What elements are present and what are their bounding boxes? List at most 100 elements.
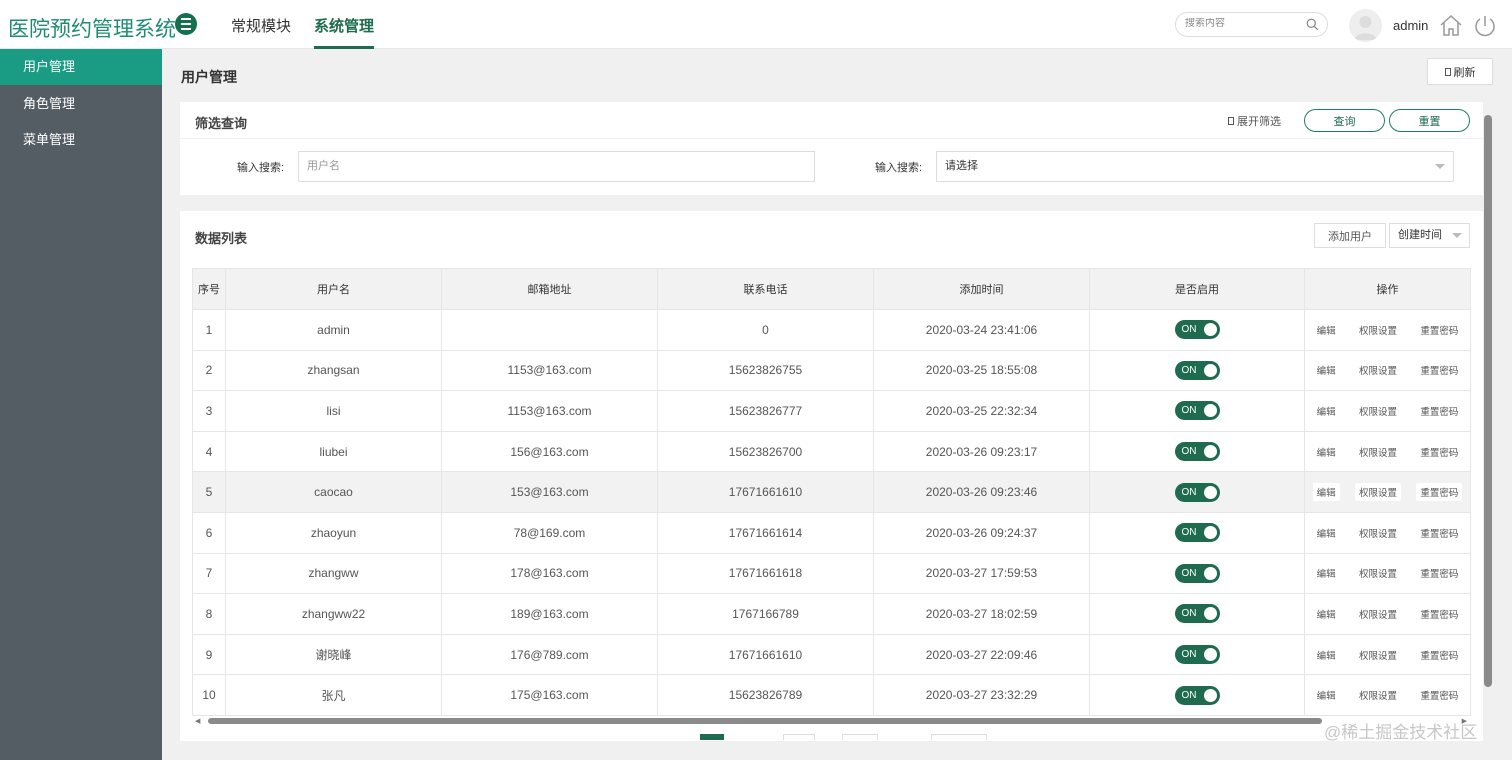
cell-enabled: ON bbox=[1089, 674, 1305, 716]
permission-settings-button[interactable]: 权限设置 bbox=[1354, 483, 1401, 502]
pagination-page-current[interactable] bbox=[700, 734, 724, 740]
enabled-toggle[interactable]: ON bbox=[1174, 482, 1220, 502]
edit-button[interactable]: 编辑 bbox=[1313, 443, 1340, 461]
cell-index: 1 bbox=[192, 309, 226, 351]
expand-filter-toggle[interactable]: 展开筛选 bbox=[1228, 113, 1281, 129]
pagination-jump[interactable] bbox=[931, 734, 987, 740]
nav-tab-regular[interactable]: 常规模块 bbox=[231, 15, 291, 49]
menu-toggle-icon[interactable] bbox=[175, 13, 197, 35]
cell-email: 175@163.com bbox=[441, 674, 658, 716]
filter-select[interactable]: 请选择 bbox=[936, 151, 1454, 182]
edit-button[interactable]: 编辑 bbox=[1312, 483, 1340, 502]
nav-tab-system[interactable]: 系统管理 bbox=[314, 15, 375, 49]
edit-button[interactable]: 编辑 bbox=[1313, 686, 1340, 704]
pagination-page[interactable] bbox=[783, 734, 815, 740]
edit-button[interactable]: 编辑 bbox=[1313, 646, 1340, 664]
edit-button[interactable]: 编辑 bbox=[1313, 321, 1340, 339]
app-title: 医院预约管理系统 bbox=[8, 18, 176, 41]
toggle-knob bbox=[1203, 404, 1217, 418]
pagination-page[interactable] bbox=[842, 734, 878, 740]
reset-password-button[interactable]: 重置密码 bbox=[1416, 524, 1462, 542]
toggle-label: ON bbox=[1181, 567, 1197, 579]
edit-button[interactable]: 编辑 bbox=[1313, 402, 1340, 420]
username-input[interactable]: 用户名 bbox=[298, 151, 815, 182]
table-body: 1 admin 0 2020-03-24 23:41:06 ON 编辑 权限设置 重置密码 2 z… bbox=[192, 309, 1471, 716]
user-avatar-icon bbox=[1354, 16, 1377, 40]
chevron-down-icon bbox=[1435, 164, 1445, 169]
enabled-toggle[interactable]: ON bbox=[1174, 685, 1220, 705]
vertical-scroll-thumb[interactable] bbox=[1484, 115, 1492, 687]
table-row: 5 caocao 153@163.com 17671661610 2020-03-26 … bbox=[192, 471, 1471, 513]
search-input[interactable] bbox=[1185, 18, 1300, 29]
permission-settings-button[interactable]: 权限设置 bbox=[1355, 443, 1401, 461]
enabled-toggle[interactable]: ON bbox=[1174, 645, 1220, 665]
reset-password-button[interactable]: 重置密码 bbox=[1416, 402, 1462, 420]
reset-password-button[interactable]: 重置密码 bbox=[1416, 646, 1462, 664]
reset-password-button[interactable]: 重置密码 bbox=[1416, 483, 1463, 502]
enabled-toggle[interactable]: ON bbox=[1174, 523, 1220, 543]
cell-email: 178@163.com bbox=[441, 552, 658, 595]
home-icon[interactable] bbox=[1439, 14, 1463, 36]
reset-password-button[interactable]: 重置密码 bbox=[1416, 564, 1462, 582]
enabled-toggle[interactable]: ON bbox=[1174, 563, 1220, 583]
cell-username: zhangww22 bbox=[225, 593, 442, 635]
cell-username: admin bbox=[225, 309, 442, 351]
permission-settings-button[interactable]: 权限设置 bbox=[1355, 321, 1401, 339]
enabled-toggle[interactable]: ON bbox=[1174, 360, 1220, 380]
expand-filter-label: 展开筛选 bbox=[1237, 116, 1281, 128]
reset-password-button[interactable]: 重置密码 bbox=[1416, 361, 1462, 379]
edit-button[interactable]: 编辑 bbox=[1313, 524, 1340, 542]
toggle-knob bbox=[1203, 688, 1217, 702]
edit-button[interactable]: 编辑 bbox=[1313, 564, 1340, 582]
enabled-toggle[interactable]: ON bbox=[1174, 320, 1220, 340]
edit-button[interactable]: 编辑 bbox=[1313, 361, 1340, 379]
permission-settings-button[interactable]: 权限设置 bbox=[1355, 402, 1401, 420]
reset-password-button[interactable]: 重置密码 bbox=[1416, 443, 1462, 461]
cell-index: 10 bbox=[192, 674, 226, 716]
reset-password-button[interactable]: 重置密码 bbox=[1416, 321, 1462, 339]
data-list-panel: 数据列表 添加用户 创建时间 序号 用户名 邮箱地址 联系电话 添加时间 是否启… bbox=[180, 211, 1483, 741]
sort-select[interactable]: 创建时间 bbox=[1389, 223, 1470, 248]
enabled-toggle[interactable]: ON bbox=[1174, 604, 1220, 624]
permission-settings-button[interactable]: 权限设置 bbox=[1355, 605, 1401, 623]
reset-password-button[interactable]: 重置密码 bbox=[1416, 686, 1462, 704]
row-actions: 编辑 权限设置 重置密码 bbox=[1305, 524, 1470, 542]
cell-time: 2020-03-24 23:41:06 bbox=[873, 309, 1090, 351]
permission-settings-button[interactable]: 权限设置 bbox=[1355, 686, 1401, 704]
toggle-knob bbox=[1203, 323, 1217, 337]
reset-password-button[interactable]: 重置密码 bbox=[1416, 605, 1462, 623]
filter-title: 筛选查询 bbox=[195, 116, 248, 131]
cell-username: zhangsan bbox=[225, 349, 442, 392]
col-header-enabled: 是否启用 bbox=[1089, 268, 1305, 310]
cell-index: 4 bbox=[192, 430, 226, 473]
table-header-row: 序号 用户名 邮箱地址 联系电话 添加时间 是否启用 操作 bbox=[192, 268, 1471, 310]
username[interactable]: admin bbox=[1393, 18, 1428, 33]
refresh-button[interactable]: 刷新 bbox=[1427, 58, 1493, 85]
avatar[interactable] bbox=[1349, 9, 1382, 42]
power-icon[interactable] bbox=[1473, 14, 1497, 38]
horizontal-scroll-thumb[interactable] bbox=[208, 718, 1322, 724]
edit-button[interactable]: 编辑 bbox=[1313, 605, 1340, 623]
cell-time: 2020-03-27 18:02:59 bbox=[873, 593, 1090, 635]
row-actions: 编辑 权限设置 重置密码 bbox=[1305, 402, 1470, 420]
sidebar-item-menu-management[interactable]: 菜单管理 bbox=[0, 122, 162, 158]
reset-button[interactable]: 重置 bbox=[1389, 109, 1470, 132]
horizontal-scrollbar[interactable]: ◀ ▶ bbox=[192, 717, 1470, 726]
table-row: 6 zhaoyun 78@169.com 17671661614 2020-03-26 … bbox=[192, 511, 1471, 554]
cell-actions: 编辑 权限设置 重置密码 bbox=[1304, 633, 1471, 676]
permission-settings-button[interactable]: 权限设置 bbox=[1355, 564, 1401, 582]
permission-settings-button[interactable]: 权限设置 bbox=[1355, 524, 1401, 542]
scroll-left-icon[interactable]: ◀ bbox=[195, 717, 200, 725]
search-icon[interactable] bbox=[1306, 18, 1319, 31]
enabled-toggle[interactable]: ON bbox=[1174, 401, 1220, 421]
query-button[interactable]: 查询 bbox=[1304, 109, 1385, 132]
permission-settings-button[interactable]: 权限设置 bbox=[1355, 646, 1401, 664]
col-header-phone: 联系电话 bbox=[657, 268, 874, 310]
refresh-label: 刷新 bbox=[1453, 66, 1476, 79]
permission-settings-button[interactable]: 权限设置 bbox=[1355, 361, 1401, 379]
enabled-toggle[interactable]: ON bbox=[1174, 442, 1220, 462]
add-user-button[interactable]: 添加用户 bbox=[1314, 223, 1386, 248]
sidebar-item-role-management[interactable]: 角色管理 bbox=[0, 86, 162, 122]
sidebar-item-user-management[interactable]: 用户管理 bbox=[0, 49, 162, 85]
page-title: 用户管理 bbox=[181, 69, 237, 85]
